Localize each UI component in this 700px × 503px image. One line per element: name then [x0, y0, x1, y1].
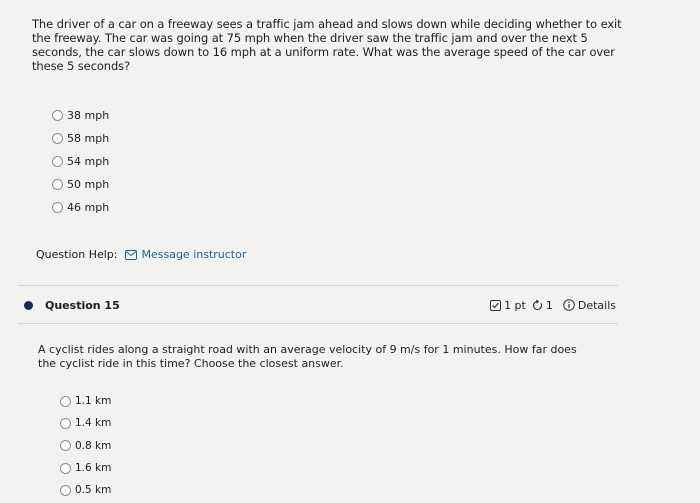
answer-option[interactable]: 0.8 km: [60, 435, 111, 457]
quiz-page: The driver of a car on a freeway sees a …: [0, 0, 700, 503]
question-15-title: Question 15: [45, 298, 120, 312]
answer-label: 0.8 km: [75, 439, 112, 452]
question-1-text: The driver of a car on a freeway sees a …: [32, 17, 622, 73]
question-help-label: Question Help:: [36, 248, 118, 261]
answer-option[interactable]: 0.5 km: [60, 479, 111, 501]
question-help: Question Help: Message instructor: [36, 248, 246, 261]
details-label: Details: [577, 298, 616, 312]
answer-option[interactable]: 1.4 km: [60, 412, 111, 434]
radio-button[interactable]: [60, 395, 71, 407]
divider: [18, 285, 618, 286]
question-bullet: [24, 300, 33, 310]
answer-label: 54 mph: [67, 155, 110, 168]
radio-button[interactable]: [52, 179, 63, 190]
radio-button[interactable]: [60, 484, 71, 496]
answer-option[interactable]: 54 mph: [52, 150, 109, 173]
answer-option[interactable]: 46 mph: [52, 196, 109, 219]
radio-button[interactable]: [60, 440, 71, 452]
points: 1 pt: [490, 299, 526, 312]
question-15-options: 1.1 km 1.4 km 0.8 km 1.6 km 0.5 km: [60, 390, 111, 501]
radio-button[interactable]: [60, 462, 71, 474]
answer-label: 1.6 km: [75, 462, 112, 475]
answer-label: 58 mph: [67, 132, 110, 145]
answer-option[interactable]: 1.6 km: [60, 457, 111, 479]
answer-option[interactable]: 38 mph: [52, 104, 109, 127]
attempts-value: 1: [545, 298, 553, 312]
answer-label: 1.1 km: [75, 395, 112, 408]
radio-button[interactable]: [52, 110, 63, 121]
retry-icon: [532, 299, 542, 310]
message-instructor-label: Message instructor: [141, 248, 247, 261]
attempts: 1: [532, 299, 553, 312]
radio-button[interactable]: [52, 202, 63, 213]
answer-option[interactable]: 50 mph: [52, 173, 109, 196]
answer-label: 38 mph: [67, 109, 110, 122]
info-icon: [563, 299, 575, 311]
envelope-icon: [125, 249, 138, 260]
question-1-options: 38 mph 58 mph 54 mph 50 mph 46 mph: [52, 104, 109, 219]
question-15-header: Question 15 1 pt 1 Details: [24, 296, 616, 314]
answer-option[interactable]: 1.1 km: [60, 390, 111, 412]
radio-button[interactable]: [52, 156, 63, 167]
answer-label: 50 mph: [67, 178, 110, 191]
answer-label: 46 mph: [67, 201, 110, 214]
question-meta: 1 pt 1 Details: [484, 299, 616, 312]
question-15-text: A cyclist rides along a straight road wi…: [38, 343, 577, 370]
checkbox-icon: [490, 299, 502, 311]
answer-label: 1.4 km: [75, 417, 112, 430]
answer-label: 0.5 km: [75, 484, 112, 497]
answer-option[interactable]: 58 mph: [52, 127, 109, 150]
details-toggle[interactable]: Details: [563, 299, 616, 312]
radio-button[interactable]: [60, 417, 71, 429]
message-instructor-link[interactable]: Message instructor: [125, 248, 246, 261]
radio-button[interactable]: [52, 133, 63, 144]
points-value: 1 pt: [504, 298, 526, 312]
divider: [18, 323, 618, 324]
